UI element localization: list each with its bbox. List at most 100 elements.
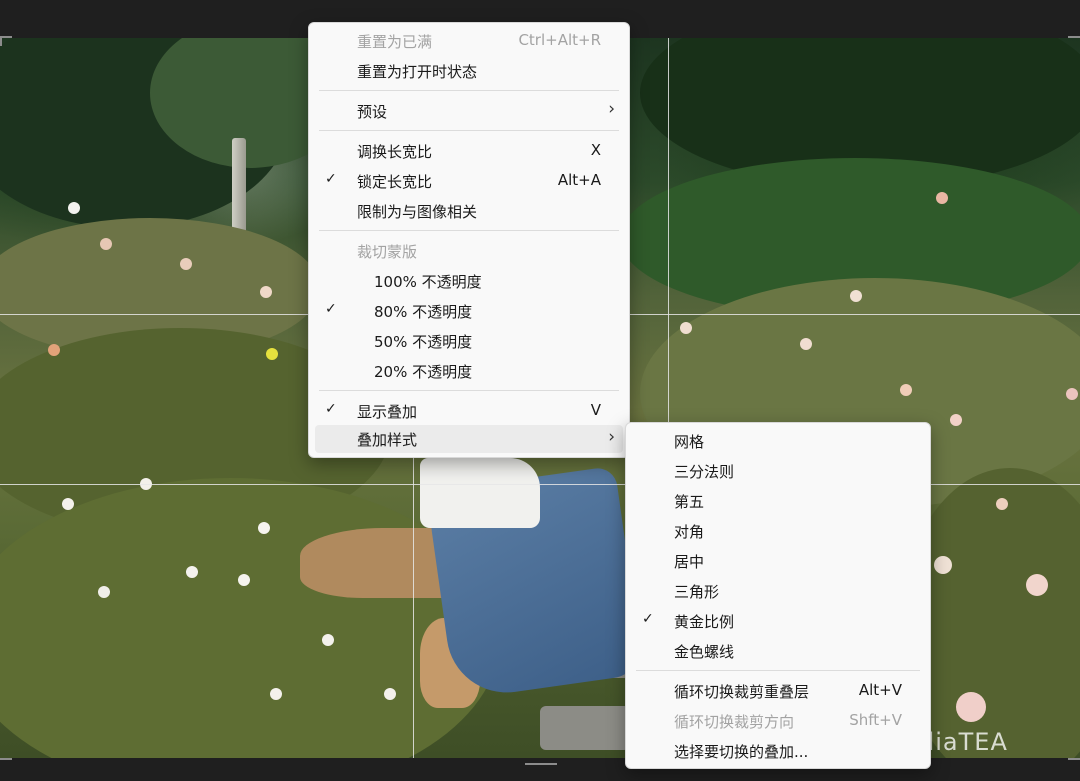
chevron-right-icon: ›	[608, 99, 615, 119]
submenu-item-center[interactable]: 居中	[632, 547, 924, 575]
menu-section-header-crop-mask: 裁切蒙版	[315, 237, 623, 265]
menu-item-label: 重置为已满	[357, 33, 433, 51]
menu-separator	[319, 230, 619, 231]
menu-item-label: 重置为打开时状态	[357, 63, 478, 81]
menu-item-label: 50% 不透明度	[374, 333, 473, 351]
menu-item-label: 20% 不透明度	[374, 363, 473, 381]
rose	[680, 322, 692, 334]
submenu-item-triangle[interactable]: 三角形	[632, 577, 924, 605]
menu-item-label: 显示叠加	[357, 403, 418, 421]
submenu-item-cycle-direction[interactable]: 循环切换裁剪方向 Shft+V	[632, 707, 924, 735]
menu-item-shortcut: V	[590, 401, 601, 419]
section-header-label: 裁切蒙版	[357, 243, 418, 261]
menu-item-label: 预设	[357, 103, 388, 121]
submenu-item-grid[interactable]: 网格	[632, 427, 924, 455]
menu-item-shortcut: X	[590, 141, 601, 159]
menu-item-label: 限制为与图像相关	[357, 203, 478, 221]
rose	[186, 566, 198, 578]
crop-context-menu: 重置为已满 Ctrl+Alt+R 重置为打开时状态 预设 › 调换长宽比 X ✓…	[308, 22, 630, 458]
menu-item-label: 第五	[674, 493, 705, 511]
checkmark-icon: ✓	[325, 171, 337, 187]
menu-item-label: 80% 不透明度	[374, 303, 473, 321]
menu-item-swap-ratio[interactable]: 调换长宽比 X	[315, 137, 623, 165]
menu-item-label: 循环切换裁剪方向	[674, 713, 795, 731]
menu-item-label: 三分法则	[674, 463, 735, 481]
menu-item-opacity-50[interactable]: 50% 不透明度	[315, 327, 623, 355]
rose	[68, 202, 80, 214]
rose	[934, 556, 952, 574]
menu-item-shortcut: Alt+A	[557, 171, 601, 189]
menu-separator	[319, 90, 619, 91]
rose	[62, 498, 74, 510]
menu-item-show-overlay[interactable]: ✓ 显示叠加 V	[315, 397, 623, 425]
person-shirt	[420, 458, 540, 528]
menu-separator	[319, 390, 619, 391]
menu-item-label: 三角形	[674, 583, 720, 601]
rose	[98, 586, 110, 598]
crop-handle-top-right[interactable]	[1068, 36, 1080, 38]
rose	[322, 634, 334, 646]
menu-item-reset-full[interactable]: 重置为已满 Ctrl+Alt+R	[315, 27, 623, 55]
menu-item-opacity-80[interactable]: ✓ 80% 不透明度	[315, 297, 623, 325]
stone-step	[540, 706, 630, 750]
menu-item-label: 锁定长宽比	[357, 173, 433, 191]
menu-item-overlay-style[interactable]: 叠加样式 ›	[315, 425, 623, 453]
rose	[180, 258, 192, 270]
rose	[258, 522, 270, 534]
menu-item-reset-open[interactable]: 重置为打开时状态	[315, 57, 623, 85]
checkmark-icon: ✓	[325, 301, 337, 317]
crop-handle-bottom-left[interactable]	[0, 758, 12, 760]
rose	[1066, 388, 1078, 400]
rose	[936, 192, 948, 204]
menu-item-label: 叠加样式	[357, 431, 418, 449]
menu-item-constrain-image[interactable]: 限制为与图像相关	[315, 197, 623, 225]
rose	[100, 238, 112, 250]
rose	[260, 286, 272, 298]
submenu-item-choose-overlay[interactable]: 选择要切换的叠加...	[632, 737, 924, 765]
rose	[956, 692, 986, 722]
submenu-item-diagonal[interactable]: 对角	[632, 517, 924, 545]
menu-item-label: 100% 不透明度	[374, 273, 482, 291]
menu-item-opacity-100[interactable]: 100% 不透明度	[315, 267, 623, 295]
menu-separator	[319, 130, 619, 131]
submenu-item-rule-of-thirds[interactable]: 三分法则	[632, 457, 924, 485]
menu-item-preset[interactable]: 预设 ›	[315, 97, 623, 125]
rose	[384, 688, 396, 700]
menu-item-label: 金色螺线	[674, 643, 735, 661]
rose	[1026, 574, 1048, 596]
rose	[996, 498, 1008, 510]
overlay-style-submenu: 网格 三分法则 第五 对角 居中 三角形 ✓ 黄金比例 金色螺线 循环切换裁剪重…	[625, 422, 931, 769]
submenu-item-cycle-overlay[interactable]: 循环切换裁剪重叠层 Alt+V	[632, 677, 924, 705]
menu-item-shortcut: Alt+V	[858, 681, 902, 699]
menu-item-label: 居中	[674, 553, 705, 571]
menu-item-label: 调换长宽比	[357, 143, 433, 161]
checkmark-icon: ✓	[325, 401, 337, 417]
menu-item-label: 对角	[674, 523, 705, 541]
rose	[850, 290, 862, 302]
rose	[270, 688, 282, 700]
chevron-right-icon: ›	[608, 427, 615, 447]
crop-handle-top-left[interactable]	[0, 36, 2, 46]
submenu-item-golden-ratio[interactable]: ✓ 黄金比例	[632, 607, 924, 635]
menu-item-shortcut: Ctrl+Alt+R	[518, 31, 601, 49]
menu-item-shortcut: Shft+V	[849, 711, 902, 729]
crop-handle-bottom[interactable]	[525, 763, 557, 765]
rose	[950, 414, 962, 426]
rose	[48, 344, 60, 356]
menu-item-opacity-20[interactable]: 20% 不透明度	[315, 357, 623, 385]
crop-handle-bottom-right[interactable]	[1068, 758, 1080, 760]
rose	[238, 574, 250, 586]
submenu-item-golden-spiral[interactable]: 金色螺线	[632, 637, 924, 665]
menu-item-label: 黄金比例	[674, 613, 735, 631]
rose	[266, 348, 278, 360]
checkmark-icon: ✓	[642, 611, 654, 627]
submenu-item-fifth[interactable]: 第五	[632, 487, 924, 515]
tree-trunk	[232, 138, 246, 238]
rose	[800, 338, 812, 350]
menu-item-label: 网格	[674, 433, 705, 451]
menu-item-label: 选择要切换的叠加...	[674, 743, 809, 761]
menu-item-label: 循环切换裁剪重叠层	[674, 683, 810, 701]
rose	[900, 384, 912, 396]
menu-separator	[636, 670, 920, 671]
menu-item-lock-ratio[interactable]: ✓ 锁定长宽比 Alt+A	[315, 167, 623, 195]
